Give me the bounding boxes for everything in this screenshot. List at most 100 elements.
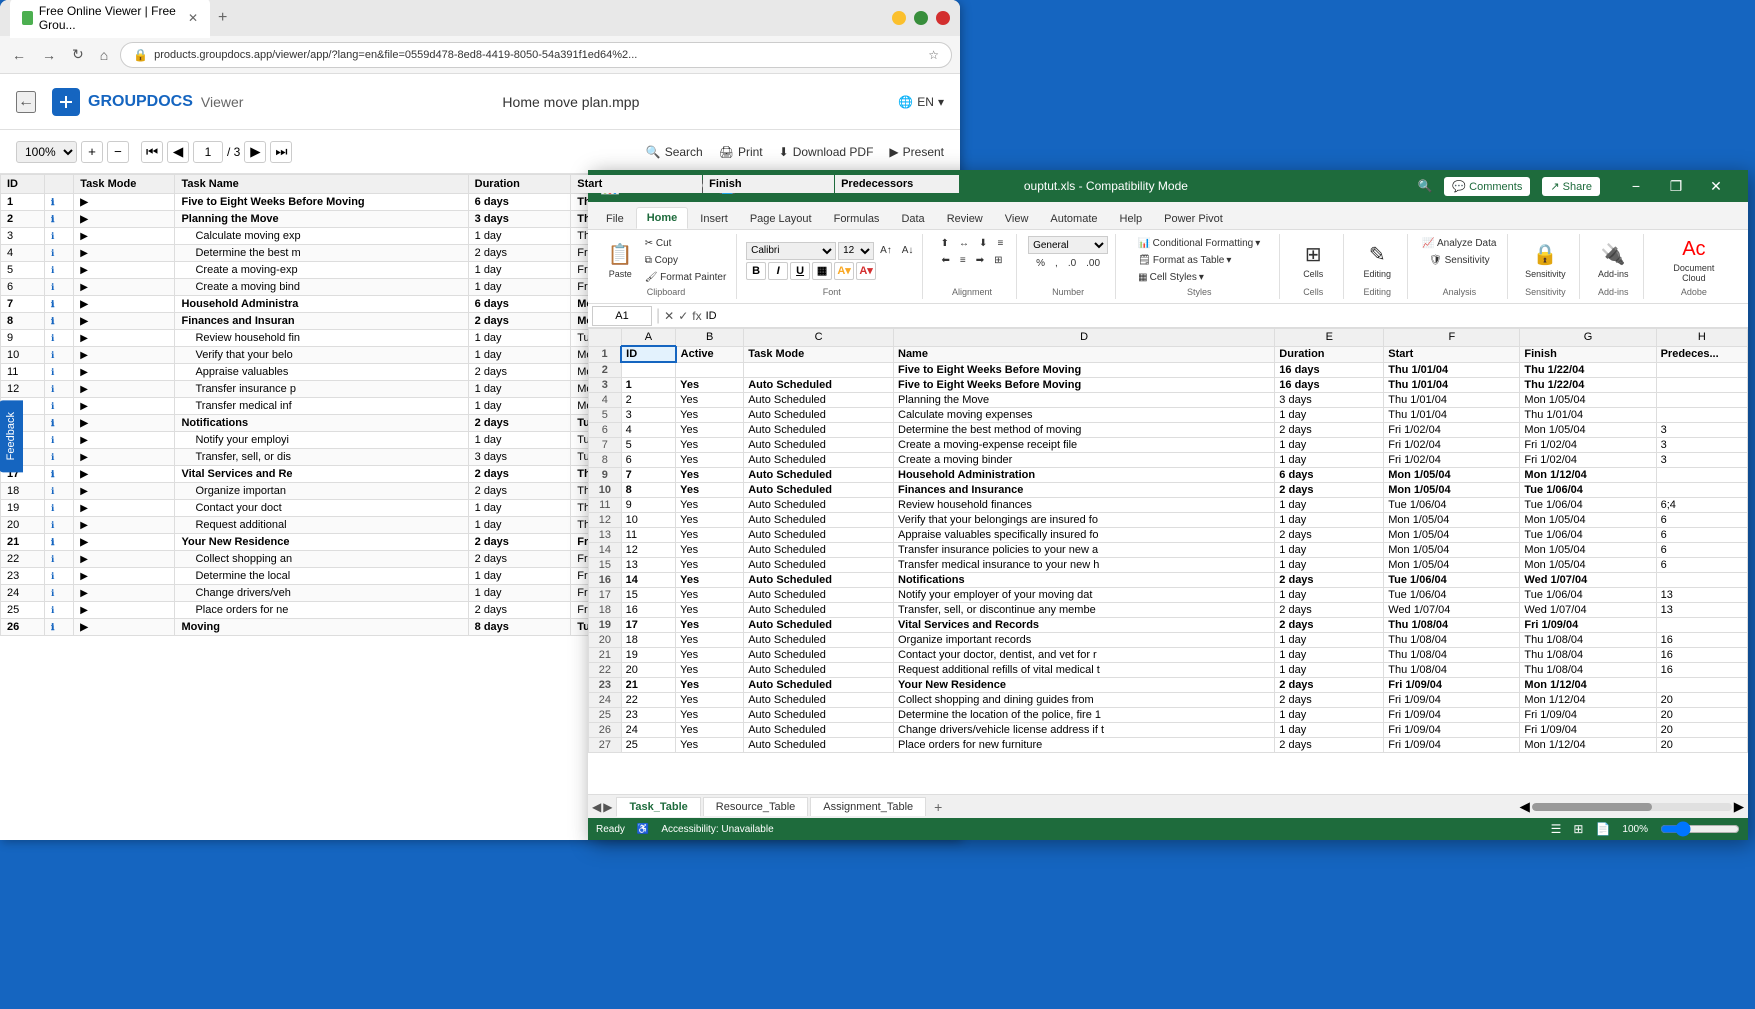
decrease-font-button[interactable]: A↓ <box>898 243 918 258</box>
formula-cancel-button[interactable]: ✕ <box>664 309 674 323</box>
cell-C10[interactable]: Auto Scheduled <box>744 482 894 497</box>
align-right-button[interactable]: ➡ <box>972 253 988 268</box>
cell-A9[interactable]: 7 <box>621 467 675 482</box>
sheet-nav-next[interactable]: ▶ <box>603 800 612 814</box>
cell-C12[interactable]: Auto Scheduled <box>744 512 894 527</box>
tab-close-btn[interactable]: ✕ <box>188 11 198 25</box>
cell-D24[interactable]: Collect shopping and dining guides from <box>894 692 1275 707</box>
cell-G10[interactable]: Tue 1/06/04 <box>1520 482 1656 497</box>
cell-G7[interactable]: Fri 1/02/04 <box>1520 437 1656 452</box>
cell-C3[interactable]: Auto Scheduled <box>744 377 894 392</box>
cell-B10[interactable]: Yes <box>676 482 744 497</box>
cell-E10[interactable]: 2 days <box>1275 482 1384 497</box>
adobe-button[interactable]: Ac Document Cloud <box>1656 236 1732 285</box>
forward-button[interactable]: → <box>38 43 60 67</box>
decrease-decimal-button[interactable]: .00 <box>1082 256 1104 271</box>
cell-G22[interactable]: Thu 1/08/04 <box>1520 662 1656 677</box>
cell-A14[interactable]: 12 <box>621 542 675 557</box>
cell-A21[interactable]: 19 <box>621 647 675 662</box>
cell-A1[interactable]: ID <box>621 346 675 362</box>
home-button[interactable]: ⌂ <box>96 43 112 67</box>
last-page-button[interactable]: ⏭ <box>270 141 292 163</box>
cell-G2[interactable]: Thu 1/22/04 <box>1520 362 1656 377</box>
align-bottom-button[interactable]: ⬇ <box>975 236 991 251</box>
cell-F25[interactable]: Fri 1/09/04 <box>1384 707 1520 722</box>
cell-styles-button[interactable]: ▦ Cell Styles ▾ <box>1134 270 1208 285</box>
font-name-select[interactable]: Calibri <box>746 242 836 260</box>
cell-B24[interactable]: Yes <box>676 692 744 707</box>
cell-F13[interactable]: Mon 1/05/04 <box>1384 527 1520 542</box>
formula-confirm-button[interactable]: ✓ <box>678 309 688 323</box>
cell-B12[interactable]: Yes <box>676 512 744 527</box>
cell-B19[interactable]: Yes <box>676 617 744 632</box>
page-layout-view-button[interactable]: ⊞ <box>1573 822 1583 836</box>
cell-B14[interactable]: Yes <box>676 542 744 557</box>
feedback-tab[interactable]: Feedback <box>0 400 23 472</box>
font-size-select[interactable]: 12 <box>838 242 874 260</box>
cell-D10[interactable]: Finances and Insurance <box>894 482 1275 497</box>
normal-view-button[interactable]: ☰ <box>1551 822 1562 836</box>
conditional-formatting-button[interactable]: 📊 Conditional Formatting ▾ <box>1134 236 1264 251</box>
cell-D21[interactable]: Contact your doctor, dentist, and vet fo… <box>894 647 1275 662</box>
bookmark-icon[interactable]: ☆ <box>928 48 939 62</box>
addins-button[interactable]: 🔌 Add-ins <box>1592 240 1635 281</box>
zoom-out-button[interactable]: − <box>107 141 129 163</box>
cell-F7[interactable]: Fri 1/02/04 <box>1384 437 1520 452</box>
cell-D17[interactable]: Notify your employer of your moving dat <box>894 587 1275 602</box>
cell-D9[interactable]: Household Administration <box>894 467 1275 482</box>
download-pdf-button[interactable]: ⬇ Download PDF <box>779 145 874 159</box>
search-button[interactable]: 🔍 Search <box>646 145 703 159</box>
cell-D2[interactable]: Five to Eight Weeks Before Moving <box>894 362 1275 377</box>
cell-A27[interactable]: 25 <box>621 737 675 752</box>
cell-G6[interactable]: Mon 1/05/04 <box>1520 422 1656 437</box>
percent-button[interactable]: % <box>1032 256 1049 271</box>
cell-A24[interactable]: 22 <box>621 692 675 707</box>
cell-E15[interactable]: 1 day <box>1275 557 1384 572</box>
cell-D23[interactable]: Your New Residence <box>894 677 1275 692</box>
cell-E13[interactable]: 2 days <box>1275 527 1384 542</box>
underline-button[interactable]: U <box>790 262 810 280</box>
comments-button[interactable]: 💬 Comments <box>1444 177 1530 196</box>
back-button[interactable]: ← <box>8 43 30 67</box>
cell-G15[interactable]: Mon 1/05/04 <box>1520 557 1656 572</box>
browser-tab[interactable]: Free Online Viewer | Free Grou... ✕ <box>10 0 210 38</box>
cell-C22[interactable]: Auto Scheduled <box>744 662 894 677</box>
cell-H26[interactable]: 20 <box>1656 722 1747 737</box>
cell-D5[interactable]: Calculate moving expenses <box>894 407 1275 422</box>
cell-D16[interactable]: Notifications <box>894 572 1275 587</box>
next-page-button[interactable]: ▶ <box>244 141 266 163</box>
cell-A22[interactable]: 20 <box>621 662 675 677</box>
cell-H22[interactable]: 16 <box>1656 662 1747 677</box>
increase-font-button[interactable]: A↑ <box>876 243 896 258</box>
address-bar[interactable]: 🔒 products.groupdocs.app/viewer/app/?lan… <box>120 42 952 68</box>
cell-B5[interactable]: Yes <box>676 407 744 422</box>
cell-E4[interactable]: 3 days <box>1275 392 1384 407</box>
cell-F17[interactable]: Tue 1/06/04 <box>1384 587 1520 602</box>
cell-G24[interactable]: Mon 1/12/04 <box>1520 692 1656 707</box>
cell-G17[interactable]: Tue 1/06/04 <box>1520 587 1656 602</box>
cell-D15[interactable]: Transfer medical insurance to your new h <box>894 557 1275 572</box>
cell-F24[interactable]: Fri 1/09/04 <box>1384 692 1520 707</box>
editing-button[interactable]: ✎ Editing <box>1357 240 1397 281</box>
excel-grid-container[interactable]: A B C D E F G H 1 ID Active Task Mode Na… <box>588 328 1748 794</box>
zoom-slider[interactable] <box>1660 821 1740 837</box>
tab-page-layout[interactable]: Page Layout <box>740 209 822 229</box>
cell-E9[interactable]: 6 days <box>1275 467 1384 482</box>
cell-F27[interactable]: Fri 1/09/04 <box>1384 737 1520 752</box>
cell-B4[interactable]: Yes <box>676 392 744 407</box>
scroll-left-button[interactable]: ◀ <box>1520 799 1530 815</box>
cell-D13[interactable]: Appraise valuables specifically insured … <box>894 527 1275 542</box>
cell-B3[interactable]: Yes <box>676 377 744 392</box>
cell-E26[interactable]: 1 day <box>1275 722 1384 737</box>
cell-F8[interactable]: Fri 1/02/04 <box>1384 452 1520 467</box>
cell-F26[interactable]: Fri 1/09/04 <box>1384 722 1520 737</box>
cell-B27[interactable]: Yes <box>676 737 744 752</box>
cell-D7[interactable]: Create a moving-expense receipt file <box>894 437 1275 452</box>
cell-B7[interactable]: Yes <box>676 437 744 452</box>
cell-F20[interactable]: Thu 1/08/04 <box>1384 632 1520 647</box>
cell-E27[interactable]: 2 days <box>1275 737 1384 752</box>
number-format-select[interactable]: General Number Currency <box>1028 236 1108 254</box>
cell-H1[interactable]: Predeces... <box>1656 346 1747 362</box>
cell-D19[interactable]: Vital Services and Records <box>894 617 1275 632</box>
cell-C18[interactable]: Auto Scheduled <box>744 602 894 617</box>
